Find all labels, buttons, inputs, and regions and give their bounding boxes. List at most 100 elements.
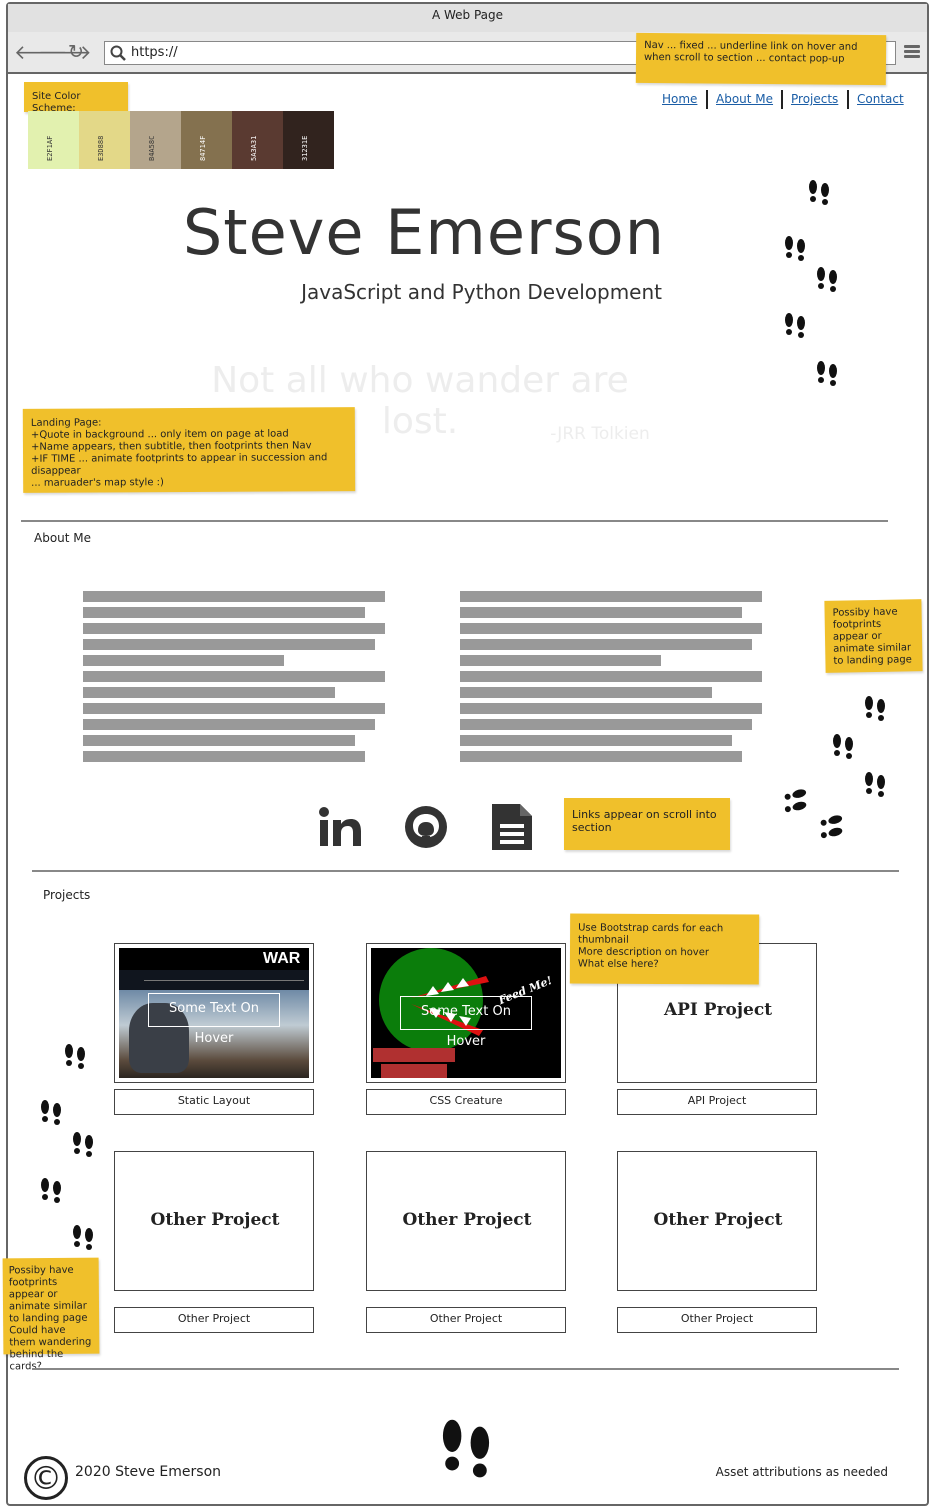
about-footprints-note: Possiby have footprints appear or animat… <box>824 599 923 673</box>
placeholder-text-line <box>83 639 375 650</box>
nav-home-link[interactable]: Home <box>662 92 697 106</box>
github-icon[interactable] <box>404 805 448 849</box>
placeholder-text-line <box>83 623 385 634</box>
hero-subtitle: JavaScript and Python Development <box>301 280 662 304</box>
color-swatch: 84714F <box>181 111 232 169</box>
search-icon <box>110 45 126 61</box>
placeholder-text-line <box>460 687 712 698</box>
thumbnail-logo: WAR <box>263 950 301 967</box>
placeholder-text-line <box>83 703 385 714</box>
linkedin-icon[interactable] <box>318 806 364 848</box>
footprints-icon <box>442 1419 490 1478</box>
url-text: https:// <box>131 45 178 60</box>
nav-about-link[interactable]: About Me <box>716 92 773 106</box>
placeholder-text-line <box>83 751 365 762</box>
placeholder-text-line <box>460 639 752 650</box>
card-label[interactable]: Static Layout <box>114 1089 314 1115</box>
placeholder-text-line <box>460 703 762 714</box>
placeholder-text-line <box>83 687 335 698</box>
placeholder-text-line <box>83 719 375 730</box>
landing-note-line: +IF TIME ... animate footprints to appea… <box>31 452 328 477</box>
footprints-icon <box>785 313 805 338</box>
swatch-hex: 31231E <box>301 135 309 161</box>
placeholder-text-line <box>460 623 762 634</box>
project-card-static-layout[interactable]: WAR Some Text On Hover <box>114 943 314 1083</box>
card-title: API Project <box>663 1000 773 1020</box>
placeholder-text-line <box>83 735 355 746</box>
nav-note: Nav ... fixed ... underline link on hove… <box>635 32 887 86</box>
placeholder-text-line <box>460 671 762 682</box>
footprints-icon <box>817 267 837 292</box>
footprints-icon <box>73 1132 93 1157</box>
footer-copyright: 2020 Steve Emerson <box>75 1464 222 1480</box>
thumbnail-nav <box>144 972 304 981</box>
bootstrap-note-line: Use Bootstrap cards for each thumbnail <box>578 922 724 946</box>
bootstrap-note-line: More description on hover <box>577 946 710 959</box>
hover-text: Some Text On Hover <box>148 993 280 1046</box>
copyright-icon: © <box>24 1456 68 1500</box>
footer-attribution: Asset attributions as needed <box>715 1465 888 1479</box>
nav-contact-link[interactable]: Contact <box>857 92 904 106</box>
swatch-hex: B4A58C <box>148 135 156 161</box>
color-swatch: 31231E <box>283 111 334 169</box>
nav-divider <box>706 90 708 109</box>
footprints-icon <box>833 734 853 759</box>
links-scroll-note: Links appear on scroll into section <box>564 798 730 850</box>
swatch-hex: 5A3A31 <box>250 135 258 161</box>
hover-text: Some Text On Hover <box>400 996 532 1049</box>
document-icon[interactable] <box>490 802 534 852</box>
swatch-hex: 84714F <box>199 135 207 161</box>
placeholder-text-line <box>83 655 284 666</box>
project-card-other[interactable]: Other Project <box>617 1151 817 1291</box>
nav-divider <box>847 90 849 109</box>
card-label[interactable]: Other Project <box>366 1307 566 1333</box>
swatch-hex: E2F1AF <box>46 135 54 161</box>
project-card-other[interactable]: Other Project <box>366 1151 566 1291</box>
card-label[interactable]: CSS Creature <box>366 1089 566 1115</box>
projects-footprints-note: Possiby have footprints appear or animat… <box>2 1257 100 1372</box>
section-divider <box>32 870 899 872</box>
placeholder-text-line <box>83 671 385 682</box>
footprints-icon <box>73 1225 93 1250</box>
about-title: About Me <box>34 531 92 545</box>
color-swatch: 5A3A31 <box>232 111 283 169</box>
reload-icon[interactable]: ↻ <box>68 41 84 63</box>
quote-author: -JRR Tolkien <box>550 424 650 444</box>
placeholder-text-line <box>460 591 762 602</box>
color-swatch: B4A58C <box>130 111 181 169</box>
footprints-icon <box>865 696 885 721</box>
color-scheme-note: Site Color Scheme: <box>24 82 128 114</box>
placeholder-text-line <box>460 735 732 746</box>
card-title: Other Project <box>150 1210 280 1230</box>
menu-icon[interactable] <box>904 45 920 59</box>
color-swatch: E3D888 <box>79 111 130 169</box>
hero-name: Steve Emerson <box>182 196 665 269</box>
footprints-icon <box>41 1178 61 1203</box>
card-title: Other Project <box>653 1210 783 1230</box>
footprints-icon <box>865 772 885 797</box>
card-label[interactable]: Other Project <box>617 1307 817 1333</box>
project-card-css-creature[interactable]: Feed Me! Some Text On Hover <box>366 943 566 1083</box>
landing-note: Landing Page: +Quote in background ... o… <box>22 407 356 493</box>
card-label[interactable]: API Project <box>617 1089 817 1115</box>
swatch-hex: E3D888 <box>97 135 105 161</box>
placeholder-text-line <box>83 591 385 602</box>
footprints-icon <box>809 180 829 205</box>
placeholder-text-line <box>460 719 752 730</box>
placeholder-text-line <box>460 751 742 762</box>
placeholder-text-line <box>460 655 661 666</box>
landing-note-line: ... maruader's map style :) <box>31 477 164 489</box>
placeholder-text-line <box>83 607 365 618</box>
section-divider <box>21 520 888 522</box>
footer-divider <box>32 1368 899 1370</box>
footprints-icon <box>817 361 837 386</box>
projects-title: Projects <box>43 888 91 902</box>
footprints-icon <box>785 236 805 261</box>
nav-divider <box>781 90 783 109</box>
bootstrap-note: Use Bootstrap cards for each thumbnail M… <box>569 913 760 985</box>
footprints-icon <box>41 1100 61 1125</box>
card-label[interactable]: Other Project <box>114 1307 314 1333</box>
project-card-other[interactable]: Other Project <box>114 1151 314 1291</box>
nav-projects-link[interactable]: Projects <box>791 92 838 106</box>
footprints-icon <box>65 1044 85 1069</box>
